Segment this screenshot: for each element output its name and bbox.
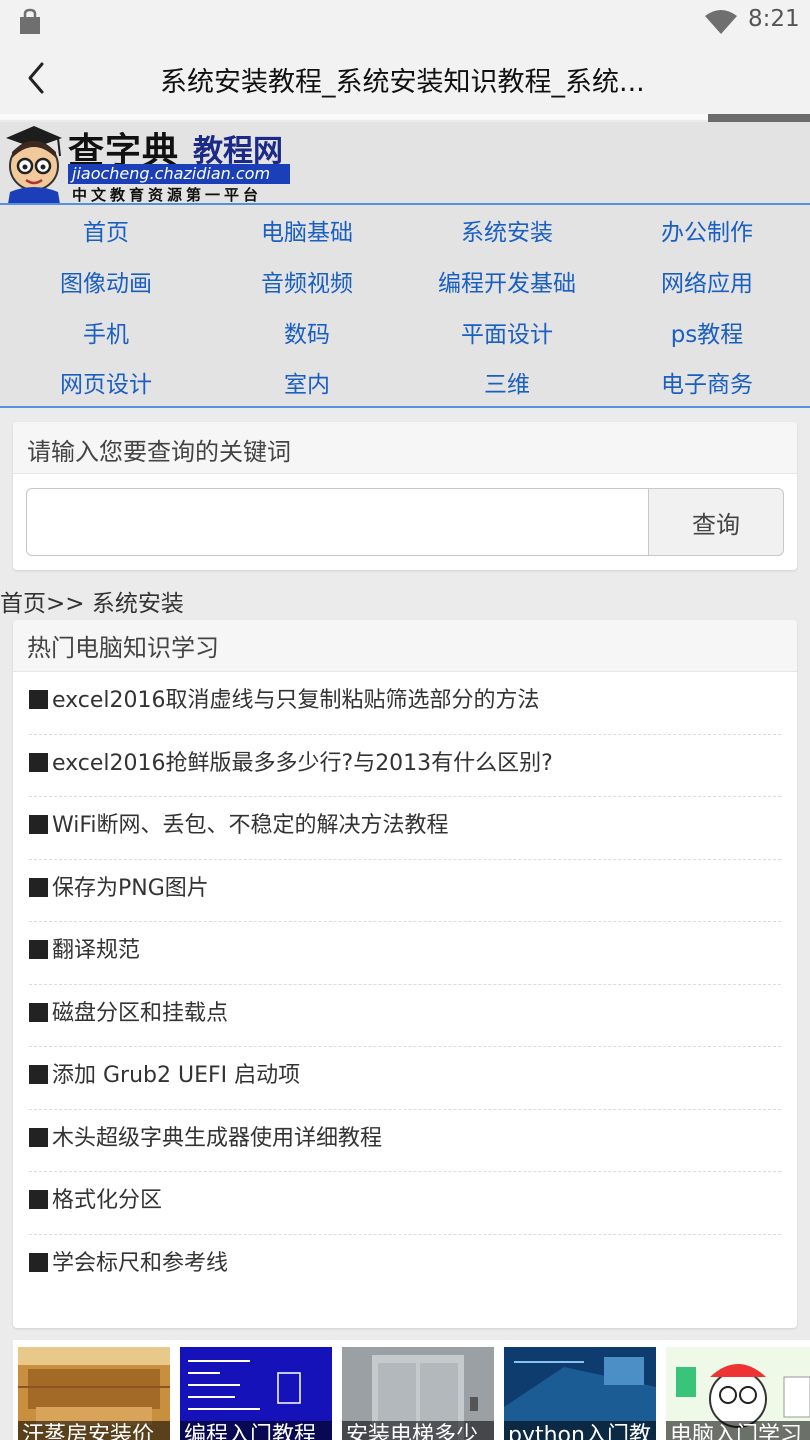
search-card-header: 请输入您要查询的关键词 <box>13 422 797 474</box>
square-bullet-icon <box>29 877 48 897</box>
nav-item-computer-basics[interactable]: 电脑基础 <box>207 213 407 247</box>
thumbnail-card[interactable]: 编程入门教程 <box>180 1347 332 1440</box>
hot-articles-card: 热门电脑知识学习 excel2016取消虚线与只复制粘贴筛选部分的方法 exce… <box>13 620 797 1328</box>
logo-domain: jiaocheng.chazidian.com <box>68 164 290 184</box>
list-item[interactable]: 木头超级字典生成器使用详细教程 <box>29 1110 781 1172</box>
nav-item-mobile[interactable]: 手机 <box>6 315 206 349</box>
list-item[interactable]: 翻译规范 <box>29 922 781 985</box>
thumbnail-card[interactable]: 安装电梯多少 <box>342 1347 494 1440</box>
nav-item-ecommerce[interactable]: 电子商务 <box>607 365 807 399</box>
thumbnail-caption: 汗蒸房安装价 <box>18 1421 170 1440</box>
page-title: 系统安装教程_系统安装知识教程_系统... <box>160 67 645 98</box>
list-item[interactable]: WiFi断网、丢包、不稳定的解决方法教程 <box>29 797 781 860</box>
square-bullet-icon <box>29 1252 48 1272</box>
square-bullet-icon <box>29 940 48 959</box>
list-item[interactable]: 添加 Grub2 UEFI 启动项 <box>29 1047 781 1110</box>
nav-item-network[interactable]: 网络应用 <box>607 264 807 298</box>
search-heading: 请输入您要查询的关键词 <box>27 438 291 466</box>
list-item[interactable]: excel2016抢鲜版最多多少行?与2013有什么区别? <box>29 735 781 797</box>
search-input[interactable] <box>26 488 648 556</box>
nav-item-image-animation[interactable]: 图像动画 <box>6 264 206 298</box>
list-item[interactable]: 学会标尺和参考线 <box>29 1235 781 1298</box>
hot-articles-header: 热门电脑知识学习 <box>13 620 797 672</box>
wifi-icon <box>705 10 737 34</box>
thumbnail-caption: 安装电梯多少 <box>342 1421 494 1440</box>
list-item[interactable]: 磁盘分区和挂载点 <box>29 985 781 1047</box>
title-bar: 系统安装教程_系统安装知识教程_系统... <box>0 44 810 114</box>
thumbnail-caption: python入门教 <box>504 1421 656 1440</box>
logo-slogan: 中文教育资源第一平台 <box>72 186 263 204</box>
breadcrumb: 首页>> 系统安装 <box>0 591 184 617</box>
thumbnail-caption: 电脑入门学习 <box>666 1421 810 1440</box>
site-header: 查字典 教程网 jiaocheng.chazidian.com 中文教育资源第一… <box>0 122 810 204</box>
square-bullet-icon <box>29 1127 48 1147</box>
nav-item-system-install[interactable]: 系统安装 <box>407 213 607 247</box>
status-bar: 8:21 <box>0 0 810 44</box>
thumbnail-caption: 编程入门教程 <box>180 1421 332 1440</box>
nav-item-ps[interactable]: ps教程 <box>607 315 807 349</box>
top-bar-fragment <box>708 114 810 122</box>
nav-item-graphic-design[interactable]: 平面设计 <box>407 315 607 349</box>
search-card: 请输入您要查询的关键词 查询 <box>13 422 797 570</box>
category-nav: 首页 电脑基础 系统安装 办公制作 图像动画 音频视频 编程开发基础 网络应用 … <box>0 203 810 408</box>
square-bullet-icon <box>29 1002 48 1022</box>
mascot-logo-icon[interactable] <box>0 122 70 204</box>
square-bullet-icon <box>29 1065 48 1084</box>
nav-item-home[interactable]: 首页 <box>6 213 206 247</box>
square-bullet-icon <box>29 690 48 709</box>
list-item[interactable]: excel2016取消虚线与只复制粘贴筛选部分的方法 <box>29 672 781 735</box>
back-arrow-icon[interactable] <box>22 60 52 96</box>
nav-item-3d[interactable]: 三维 <box>407 365 607 399</box>
search-button[interactable]: 查询 <box>648 488 784 556</box>
thumbnail-card[interactable]: 汗蒸房安装价 <box>18 1347 170 1440</box>
list-item[interactable]: 保存为PNG图片 <box>29 860 781 922</box>
shopping-bag-icon <box>20 8 40 34</box>
nav-item-web-design[interactable]: 网页设计 <box>6 365 206 399</box>
nav-item-programming[interactable]: 编程开发基础 <box>407 264 607 298</box>
nav-item-interior[interactable]: 室内 <box>207 365 407 399</box>
status-time: 8:21 <box>748 6 800 32</box>
hot-articles-heading: 热门电脑知识学习 <box>27 634 219 662</box>
square-bullet-icon <box>29 752 48 772</box>
thumbnail-card[interactable]: python入门教 <box>504 1347 656 1440</box>
square-bullet-icon <box>29 1190 48 1209</box>
list-item[interactable]: 格式化分区 <box>29 1172 781 1235</box>
nav-item-audio-video[interactable]: 音频视频 <box>207 264 407 298</box>
nav-item-digital[interactable]: 数码 <box>207 315 407 349</box>
thumbnail-card[interactable]: 电脑入门学习 <box>666 1347 810 1440</box>
title-divider <box>0 114 810 120</box>
square-bullet-icon <box>29 815 48 834</box>
thumbnail-strip: 汗蒸房安装价 编程入门教程 安装电梯多少 python入门教 电脑入门学习 <box>13 1340 810 1440</box>
nav-item-office[interactable]: 办公制作 <box>607 213 807 247</box>
